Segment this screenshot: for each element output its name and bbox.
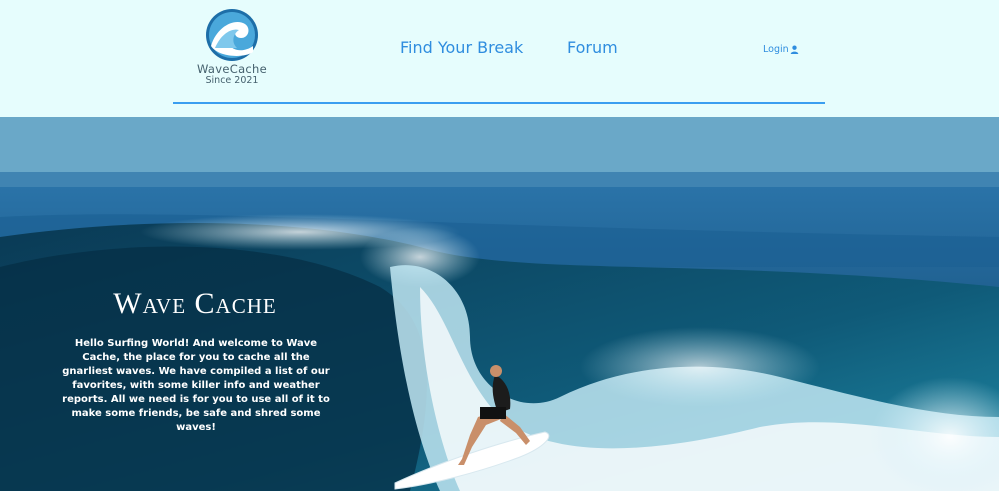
brand-tagline: Since 2021 [205,75,259,86]
hero-intro-text: Hello Surfing World! And welcome to Wave… [62,338,330,433]
brand-name: WaveCache [196,62,268,76]
nav-find-your-break[interactable]: Find Your Break [400,38,523,57]
hero-title: Wave Cache [113,287,277,320]
login-link[interactable]: Login [763,44,799,55]
header-divider [173,102,825,104]
user-icon [790,45,798,54]
nav-forum[interactable]: Forum [567,38,618,57]
hero-banner: Wave Cache Hello Surfing World! And welc… [0,117,999,491]
site-header: WaveCache Since 2021 Find Your Break For… [0,0,999,117]
login-label: Login [763,44,789,55]
wave-logo-icon [206,9,258,61]
brand-logo[interactable]: WaveCache Since 2021 [182,8,282,98]
